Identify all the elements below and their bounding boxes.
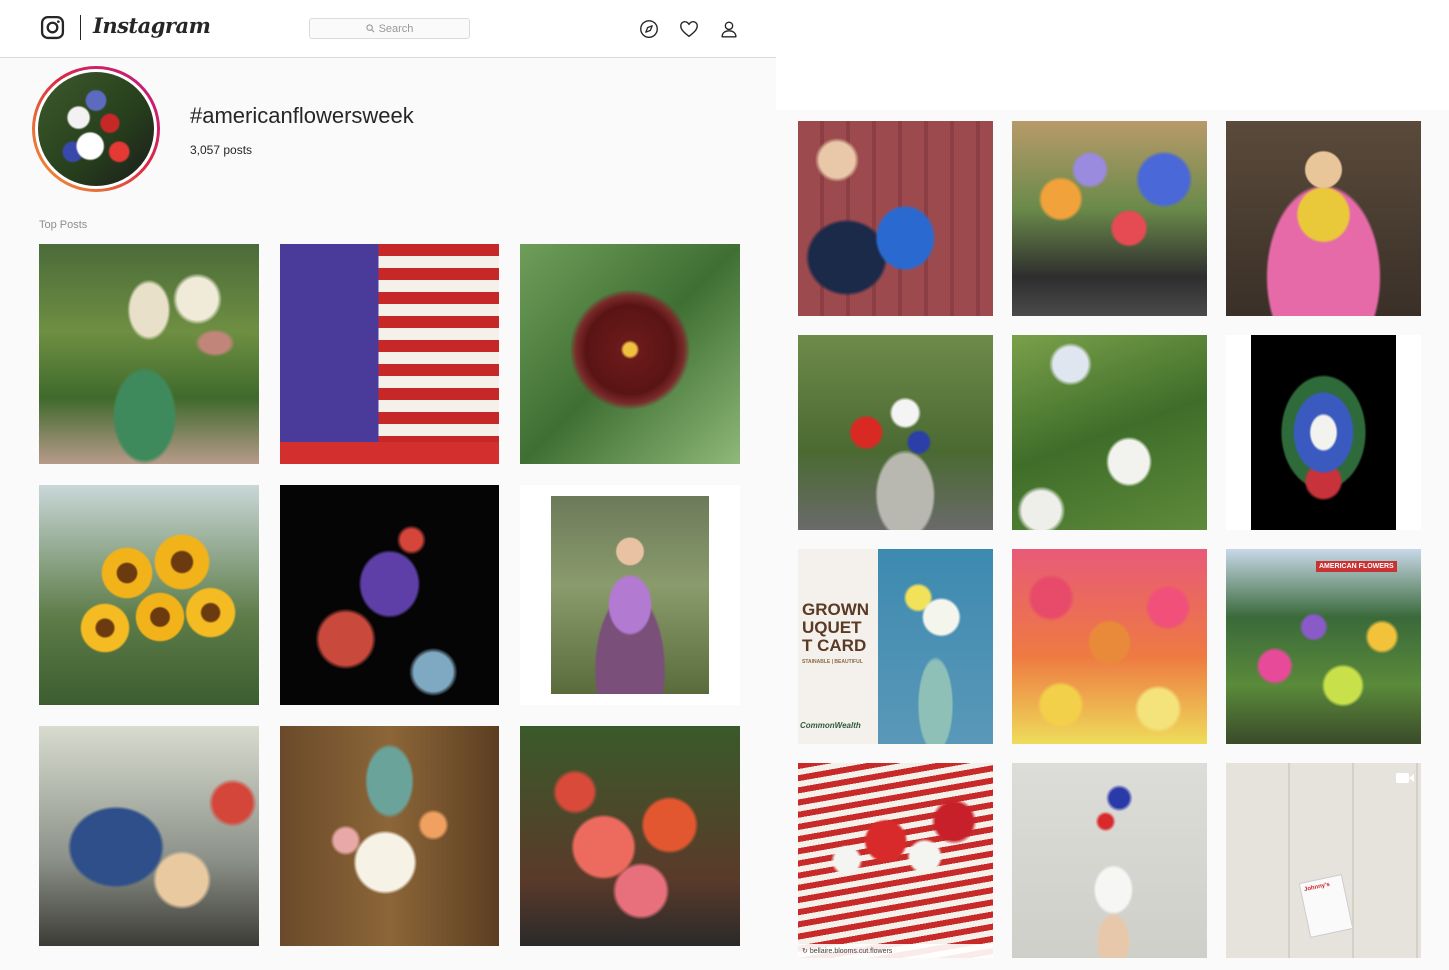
heart-icon[interactable]: [678, 18, 700, 40]
recent-post-tile[interactable]: AMERICAN FLOWERS: [1226, 549, 1421, 744]
bouquet-card-brand: CommonWealth: [800, 721, 861, 730]
bouquet-card-tagline: STAINABLE | BEAUTIFUL: [802, 659, 863, 665]
recent-post-tile[interactable]: [798, 121, 993, 316]
recent-posts-panel: GROWN UQUET T CARD STAINABLE | BEAUTIFUL…: [776, 0, 1449, 970]
recent-post-tile[interactable]: [1226, 121, 1421, 316]
top-post-tile[interactable]: [520, 244, 740, 464]
post-count: 3,057 posts: [190, 143, 252, 157]
profile-icon[interactable]: [718, 18, 740, 40]
recent-post-tile[interactable]: [1012, 549, 1207, 744]
top-post-tile[interactable]: [520, 485, 740, 705]
instagram-logo-icon[interactable]: [40, 15, 65, 40]
compass-icon[interactable]: [638, 18, 660, 40]
market-sign: AMERICAN FLOWERS: [1316, 561, 1397, 572]
top-posts-label: Top Posts: [39, 219, 88, 231]
recent-post-tile[interactable]: [1012, 335, 1207, 530]
recent-post-tile[interactable]: [798, 335, 993, 530]
instagram-wordmark[interactable]: Instagram: [93, 13, 211, 38]
top-post-tile[interactable]: [39, 485, 259, 705]
hashtag-page-panel: Instagram Search #americanflowersweek 3,…: [0, 0, 776, 970]
post-count-label: posts: [223, 143, 253, 157]
top-post-tile[interactable]: [520, 726, 740, 946]
hashtag-title: #americanflowersweek: [190, 103, 414, 128]
video-icon: [1396, 773, 1414, 783]
top-post-tile[interactable]: [280, 726, 499, 946]
top-post-tile[interactable]: [280, 244, 499, 464]
repost-caption: ↻ bellaire.blooms.cut.flowers: [798, 944, 993, 958]
top-post-tile[interactable]: [280, 485, 499, 705]
top-post-tile[interactable]: [39, 726, 259, 946]
hashtag-avatar: [32, 66, 160, 192]
recent-post-tile[interactable]: [1226, 335, 1421, 530]
recent-post-tile[interactable]: GROWN UQUET T CARD STAINABLE | BEAUTIFUL…: [798, 549, 993, 744]
recent-post-tile[interactable]: ↻ bellaire.blooms.cut.flowers: [798, 763, 993, 958]
recent-post-tile[interactable]: Johnny's: [1226, 763, 1421, 958]
search-icon: [365, 24, 375, 33]
repost-icon: ↻: [802, 948, 810, 955]
top-navigation-bar: Instagram Search: [0, 0, 776, 58]
recent-post-tile[interactable]: [1012, 763, 1207, 958]
search-input[interactable]: Search: [309, 18, 470, 39]
recent-post-tile[interactable]: [1012, 121, 1207, 316]
bouquet-card-heading: GROWN UQUET T CARD: [802, 600, 870, 655]
hashtag-avatar-image: [38, 72, 154, 186]
search-placeholder: Search: [378, 22, 414, 35]
repost-caption-text: bellaire.blooms.cut.flowers: [809, 948, 893, 955]
top-post-tile[interactable]: [39, 244, 259, 464]
nav-divider: [80, 15, 81, 40]
post-count-number: 3,057: [190, 143, 221, 157]
